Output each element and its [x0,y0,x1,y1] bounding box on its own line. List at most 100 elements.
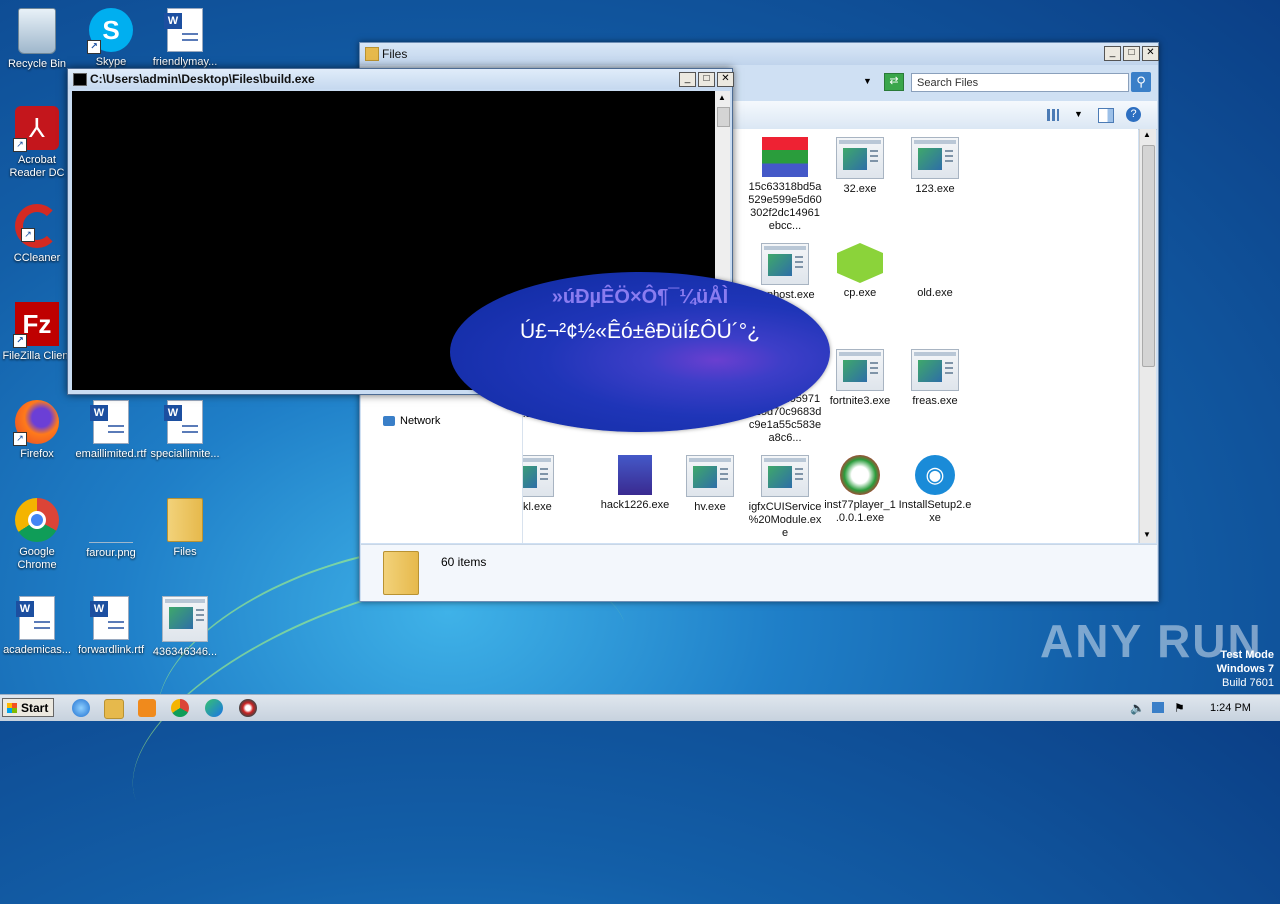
search-icon[interactable]: ⚲ [1131,72,1151,92]
chrome-taskbar-icon[interactable] [171,699,189,717]
exe-icon [761,455,809,497]
network-tray-icon[interactable] [1152,702,1164,713]
flag-icon[interactable]: ⚑ [1174,701,1185,715]
file-item[interactable]: fortnite3.exe [823,349,897,408]
desktop-icon-files-folder[interactable]: Files [148,498,222,559]
help-icon[interactable]: ? [1126,107,1141,122]
word-document-icon: W [16,596,55,640]
filezilla-icon: Fz ↗ [13,302,59,348]
status-bar: 60 items [361,544,1157,601]
file-item[interactable]: 123.exe [898,137,972,196]
view-dropdown-icon[interactable]: ▼ [1074,109,1083,119]
file-label: ghjkl.exe [523,501,552,513]
desktop-icon-chrome[interactable]: Google Chrome [0,498,74,572]
exe-icon [761,243,809,285]
explorer-taskbar-icon[interactable] [104,699,124,719]
maximize-button[interactable]: □ [1123,46,1140,61]
desktop-icon-emaillimited[interactable]: W emaillimited.rtf [74,400,148,461]
ie-icon[interactable] [72,699,90,717]
word-document-icon: W [90,596,129,640]
explorer-titlebar[interactable]: Files _ □ ✕ [360,43,1159,65]
nav-network-label: Network [400,415,441,427]
file-item[interactable]: old.exe [898,243,972,300]
network-icon [383,416,395,427]
file-item[interactable]: hv.exe [673,455,747,514]
chrome-icon [15,498,59,542]
file-item[interactable]: ◉ InstallSetup2.exe [898,455,972,525]
scroll-thumb[interactable] [717,107,730,127]
speaker-icon[interactable]: 🔈 [1130,701,1145,715]
desktop-icon-label: FileZilla Client [2,350,72,362]
desktop-icon-label: CCleaner [13,252,61,264]
search-input[interactable]: Search Files [911,73,1129,92]
file-item[interactable]: inst77player_1.0.0.1.exe [823,455,897,525]
start-label: Start [21,701,49,715]
scroll-down-icon[interactable]: ▼ [1143,530,1151,539]
nav-item-network[interactable]: Network [383,415,440,427]
desktop-icon-label: 436346346... [152,646,218,658]
desktop-icon-farour[interactable]: farour.png [74,498,148,560]
maximize-button[interactable]: □ [698,72,715,87]
shortcut-arrow-icon: ↗ [13,334,27,348]
desktop-icon-recycle-bin[interactable]: Recycle Bin [0,8,74,71]
preview-pane-icon[interactable] [1098,108,1114,123]
file-item[interactable]: freas.exe [898,349,972,408]
scroll-thumb[interactable] [1142,145,1155,367]
address-dropdown-icon[interactable]: ▼ [863,76,872,86]
file-label: old.exe [917,287,953,299]
scroll-up-icon[interactable]: ▲ [718,93,726,102]
ccleaner-icon: ↗ [15,204,59,248]
exe-icon [686,455,734,497]
desktop-icon-speciallimited[interactable]: W speciallimite... [148,400,222,461]
desktop-icon-skype[interactable]: S ↗ Skype [74,8,148,69]
console-title: C:\Users\admin\Desktop\Files\build.exe [90,72,315,86]
desktop-icon-label: Recycle Bin [7,58,67,70]
overlay-line-1: »úÐµÊÖ×Ô¶¯¼üÅÌ [551,286,729,308]
file-label: hv.exe [694,501,726,513]
test-mode-line: Windows 7 [1216,663,1274,675]
desktop-icon-label: Google Chrome [17,546,57,571]
refresh-icon[interactable]: ⇄ [884,73,904,91]
firefox-icon: ↗ [13,400,59,446]
desktop-icon-forwardlink[interactable]: W forwardlink.rtf [74,596,148,657]
file-item[interactable]: igfxCUIService%20Module.exe [748,455,822,540]
desktop-icon-academicas[interactable]: W academicas... [0,596,74,657]
desktop-icon-filezilla[interactable]: Fz ↗ FileZilla Client [0,302,74,363]
app-taskbar-icon[interactable] [239,699,257,717]
vertical-scrollbar[interactable]: ▲ ▼ [1139,129,1156,543]
exe-icon [836,349,884,391]
file-label: cp.exe [843,287,877,299]
clock[interactable]: 1:24 PM [1210,702,1251,714]
view-options-icon[interactable] [1047,109,1059,121]
explorer-title: Files [382,47,408,61]
shortcut-arrow-icon: ↗ [21,228,35,242]
minimize-button[interactable]: _ [679,72,696,87]
console-titlebar[interactable]: C:\Users\admin\Desktop\Files\build.exe _… [68,69,734,89]
file-label: InstallSetup2.exe [898,499,972,524]
folder-icon [167,498,203,542]
desktop-icon-label: Acrobat Reader DC [9,154,65,179]
installer-icon [162,596,208,642]
desktop-icon-label: emaillimited.rtf [75,448,147,460]
desktop-icon-installer[interactable]: 436346346... [148,596,222,659]
scroll-up-icon[interactable]: ▲ [1143,130,1151,139]
file-item[interactable]: hack1226.exe [598,455,672,512]
desktop-icon-friendlymay[interactable]: W friendlymay... [148,8,222,69]
file-item[interactable]: cp.exe [823,243,897,300]
start-button[interactable]: Start [2,698,54,717]
cube-icon [837,243,883,283]
media-player-icon[interactable] [138,699,156,717]
shortcut-arrow-icon: ↗ [13,432,27,446]
minimize-button[interactable]: _ [1104,46,1121,61]
file-item[interactable]: ghjkl.exe [523,455,567,514]
desktop-icon-ccleaner[interactable]: ↗ CCleaner [0,204,74,265]
file-item[interactable]: 15c63318bd5a529e599e5d60302f2dc14961ebcc… [748,137,822,233]
desktop-icon-firefox[interactable]: ↗ Firefox [0,400,74,461]
exe-icon [523,455,554,497]
close-button[interactable]: ✕ [1142,46,1159,61]
edge-icon[interactable] [205,699,223,717]
exe-icon [836,137,884,179]
close-button[interactable]: ✕ [717,72,734,87]
desktop-icon-acrobat[interactable]: ⅄ ↗ Acrobat Reader DC [0,106,74,180]
file-item[interactable]: 32.exe [823,137,897,196]
